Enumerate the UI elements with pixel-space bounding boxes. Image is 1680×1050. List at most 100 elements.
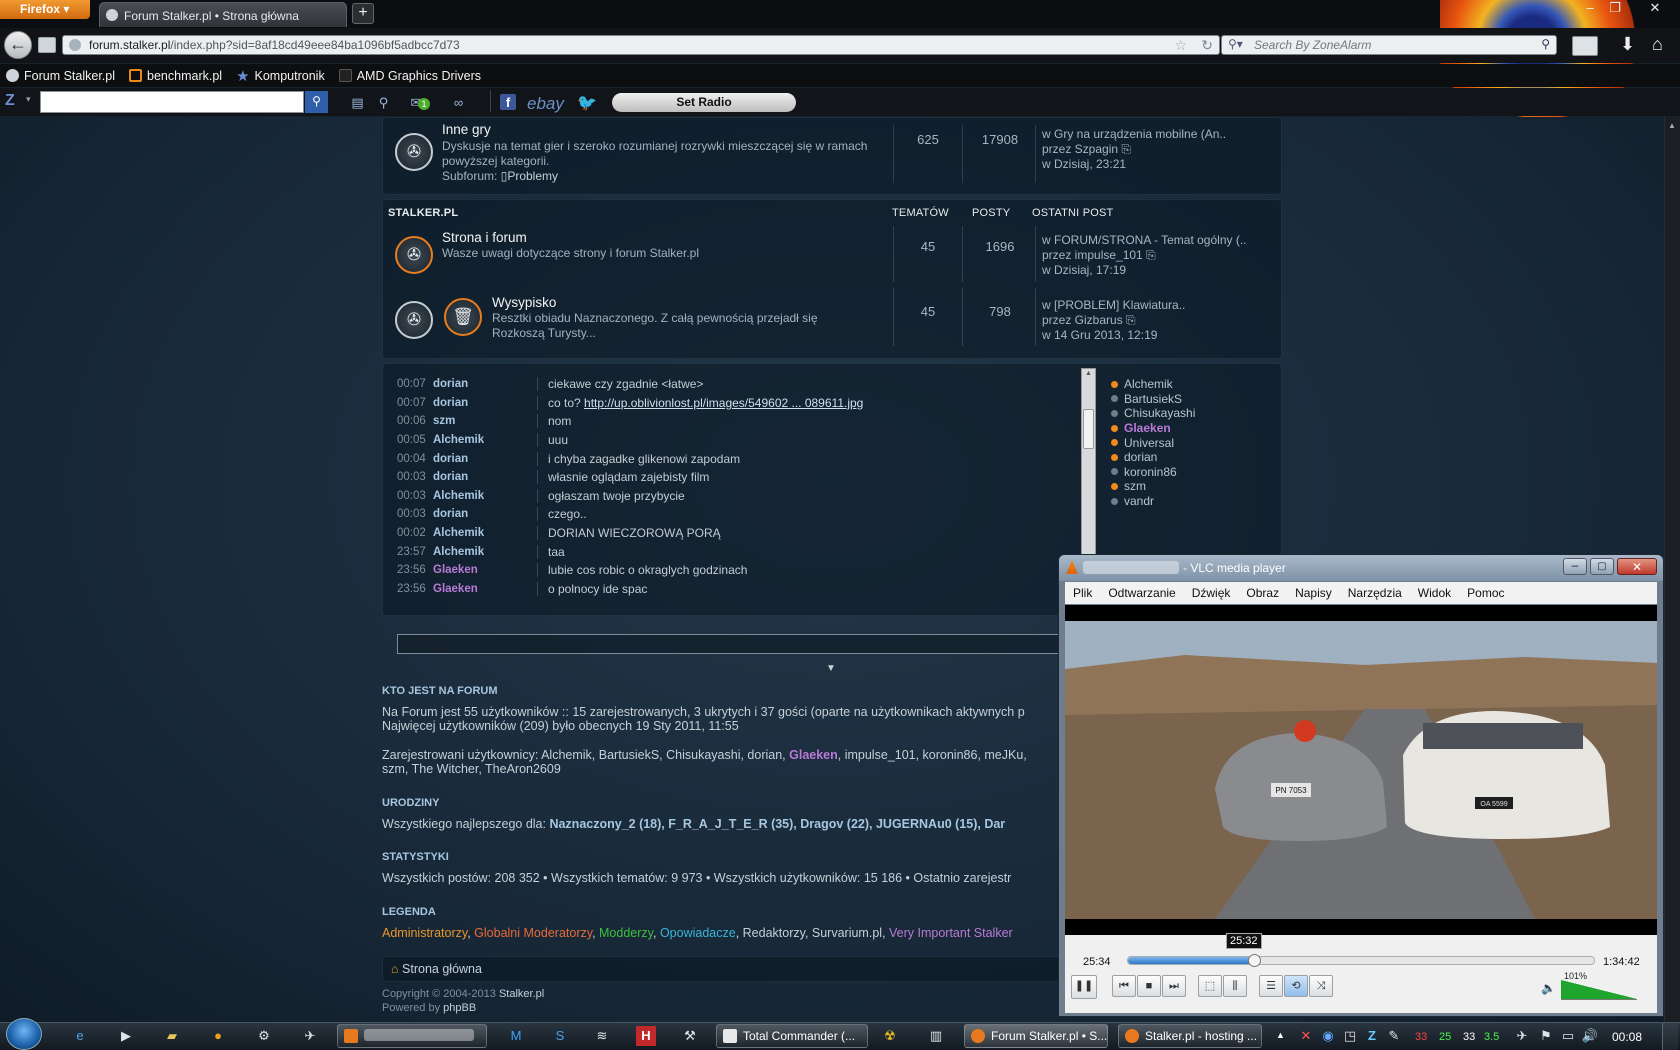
chat-scrollbar[interactable]: ▲ [1081, 368, 1096, 556]
start-button[interactable] [6, 1018, 42, 1050]
legend-group[interactable]: Survarium.pl [812, 926, 882, 940]
volume-slider[interactable] [1561, 980, 1637, 1000]
chat-user[interactable]: Alchemik [433, 490, 537, 502]
online-user[interactable]: dorian [1111, 450, 1195, 465]
zonealarm-logo-icon[interactable]: Z [5, 92, 15, 110]
twitter-icon[interactable]: 🐦 [577, 93, 597, 113]
wifi-app-icon[interactable]: ≋ [592, 1026, 612, 1046]
search-input[interactable]: ⚲▾ Search By ZoneAlarm ⚲ [1221, 35, 1557, 55]
tools-icon[interactable]: ⚒ [680, 1026, 700, 1046]
ebay-link[interactable]: ebay [527, 94, 564, 114]
chat-user[interactable]: szm [433, 415, 537, 427]
legend-group[interactable]: Redaktorzy [743, 926, 805, 940]
url-bar[interactable]: forum.stalker.pl/index.php?sid=8af18cd49… [62, 35, 1220, 55]
shuffle-button[interactable]: ⤨ [1309, 975, 1333, 997]
chat-user[interactable]: dorian [433, 471, 537, 483]
firefox-menu-button[interactable]: Firefox ▾ [0, 0, 90, 19]
legend-group[interactable]: Opowiadacze [660, 926, 736, 940]
online-user[interactable]: koronin86 [1111, 465, 1195, 480]
chat-user[interactable]: dorian [433, 378, 537, 390]
minimize-button[interactable]: – [1578, 0, 1602, 18]
taskbar-stalker-hosting[interactable]: Stalker.pl - hosting ... [1118, 1024, 1262, 1048]
legend-group[interactable]: Modderzy [599, 926, 653, 940]
site-identity-icon[interactable] [69, 39, 81, 51]
search-engine-icon[interactable]: ⚲▾ [1228, 37, 1243, 51]
facebook-icon[interactable]: f [500, 94, 516, 110]
loop-button[interactable]: ⟲ [1284, 975, 1308, 997]
bookmark-komputronik[interactable]: ★ Komputronik [236, 67, 325, 85]
vlc-menu-item[interactable]: Odtwarzanie [1108, 586, 1175, 600]
back-button[interactable]: ← [4, 31, 32, 59]
tab-forum-stalker[interactable]: Forum Stalker.pl • Strona główna [99, 2, 347, 27]
previous-button[interactable]: ⏮ [1112, 975, 1136, 997]
set-radio-button[interactable]: Set Radio [612, 93, 796, 112]
media-player-icon[interactable]: ▶ [116, 1026, 136, 1046]
fullscreen-button[interactable]: ⬚ [1198, 975, 1222, 997]
privacy-glasses-icon[interactable]: ∞ [450, 94, 467, 111]
playlist-button[interactable]: ☰ [1259, 975, 1283, 997]
online-user[interactable]: Universal [1111, 435, 1195, 450]
pin-app-icon[interactable]: ✈ [300, 1026, 320, 1046]
h-app-icon[interactable]: H [636, 1026, 656, 1046]
forum-title-inne-gry[interactable]: Inne gry [442, 122, 491, 137]
vlc-menu-item[interactable]: Pomoc [1467, 586, 1504, 600]
legend-group[interactable]: Globalni Moderatorzy [474, 926, 592, 940]
zonealarm-dropdown-icon[interactable]: ▾ [26, 94, 31, 105]
chat-user[interactable]: dorian [433, 397, 537, 409]
system-clock[interactable]: 00:08 [1612, 1030, 1642, 1044]
legend-group[interactable]: Administratorzy [382, 926, 467, 940]
next-button[interactable]: ⏭ [1162, 975, 1186, 997]
vlc-maximize-button[interactable]: ▢ [1590, 558, 1614, 575]
extended-settings-button[interactable]: ⫼ [1223, 975, 1247, 997]
online-user[interactable]: vandr [1111, 494, 1195, 509]
tray-monitor-icon[interactable]: ◳ [1340, 1026, 1360, 1046]
chat-message-input[interactable] [397, 634, 1077, 654]
tray-expand-icon[interactable]: ▲ [1276, 1030, 1285, 1040]
subforum-link-problemy[interactable]: ▯Problemy [501, 169, 558, 183]
chat-user[interactable]: Alchemik [433, 527, 537, 539]
vlc-menu-item[interactable]: Obraz [1246, 586, 1279, 600]
bookmark-benchmark[interactable]: benchmark.pl [129, 69, 222, 83]
tray-flag-icon[interactable]: ⚑ [1536, 1026, 1556, 1046]
tray-plane-icon[interactable]: ✈ [1512, 1026, 1532, 1046]
explorer-icon[interactable]: ▰ [162, 1026, 182, 1046]
chat-user[interactable]: dorian [433, 453, 537, 465]
online-user[interactable]: szm [1111, 479, 1195, 494]
steam-icon[interactable]: ⚙ [254, 1026, 274, 1046]
page-scrollbar[interactable]: ▲ [1664, 117, 1680, 1030]
home-icon[interactable]: ⌂ [1652, 34, 1663, 55]
chat-user[interactable]: Glaeken [433, 583, 537, 595]
chat-user[interactable]: Alchemik [433, 546, 537, 558]
vlc-titlebar[interactable]: - VLC media player – ▢ ✕ [1059, 555, 1663, 581]
taskbar-vlc[interactable] [337, 1024, 487, 1048]
tray-volume-icon[interactable]: 🔊 [1580, 1026, 1600, 1046]
taskbar-total-commander[interactable]: Total Commander (... [716, 1024, 868, 1048]
vlc-menu-item[interactable]: Plik [1073, 586, 1092, 600]
bookmark-amd-drivers[interactable]: AMD Graphics Drivers [338, 69, 481, 83]
forum-title-strona[interactable]: Strona i forum [442, 230, 527, 245]
vlc-video-area[interactable]: PN 7053 OA 5599 [1065, 605, 1657, 935]
notifications-icon[interactable]: ✉ 1 [404, 94, 430, 111]
chat-link[interactable]: http://up.oblivionlost.pl/images/549602 … [584, 396, 863, 410]
ie-icon[interactable]: e [70, 1026, 90, 1046]
close-button[interactable]: ✕ [1640, 0, 1670, 18]
tray-display-icon[interactable]: ▭ [1558, 1026, 1578, 1046]
pause-button[interactable]: ❚❚ [1071, 975, 1097, 999]
online-user[interactable]: BartusiekS [1111, 392, 1195, 407]
online-user[interactable]: Chisukayashi [1111, 406, 1195, 421]
last-post[interactable]: w FORUM/STRONA - Temat ogólny (.. przez i… [1042, 233, 1247, 278]
stop-button[interactable]: ■ [1137, 975, 1161, 997]
messenger-icon[interactable]: M [506, 1026, 526, 1046]
vlc-close-button[interactable]: ✕ [1617, 558, 1657, 575]
notes-icon[interactable]: ▤ [349, 94, 366, 111]
home-link[interactable]: ⌂ Strona główna [391, 962, 482, 976]
tray-zonealarm-icon[interactable]: Z [1362, 1026, 1382, 1046]
notepad-icon[interactable]: ▥ [926, 1026, 946, 1046]
downloads-icon[interactable]: ⬇ [1620, 34, 1635, 55]
last-post[interactable]: w Gry na urządzenia mobilne (An.. przez S… [1042, 127, 1226, 172]
vlc-menu-item[interactable]: Widok [1418, 586, 1451, 600]
toolbar-menu-icon[interactable] [1572, 36, 1598, 56]
show-desktop-button[interactable] [1662, 1023, 1678, 1050]
legend-group[interactable]: Very Important Stalker [889, 926, 1013, 940]
chat-user[interactable]: Alchemik [433, 434, 537, 446]
